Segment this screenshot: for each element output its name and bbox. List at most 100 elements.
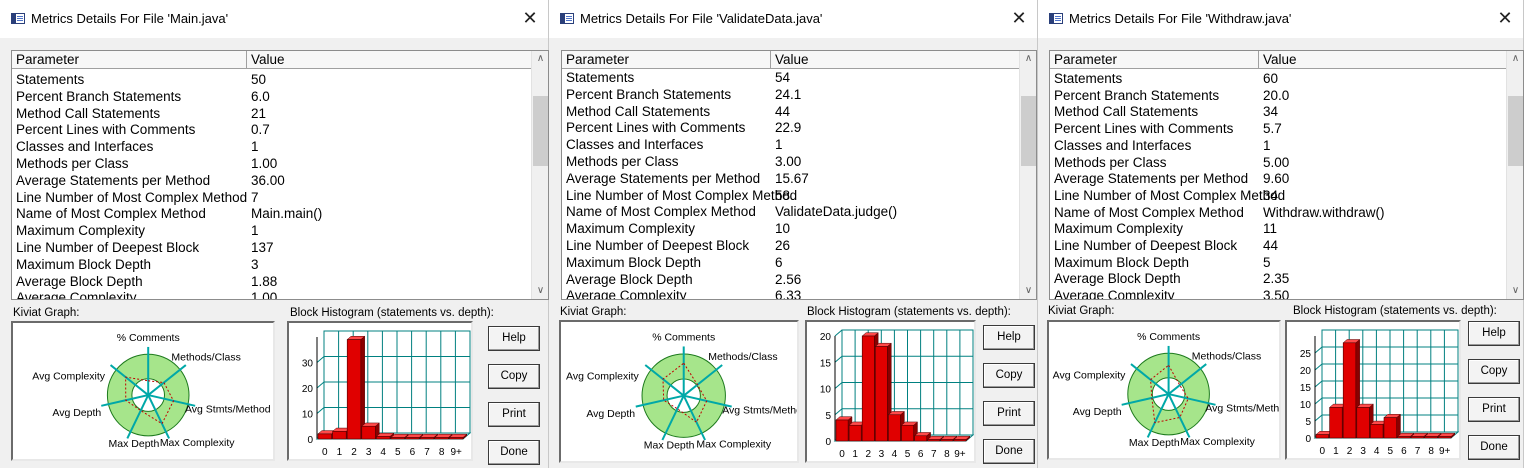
row-parameter: Classes and Interfaces xyxy=(566,137,704,153)
table-row[interactable]: Percent Branch Statements 20.0 xyxy=(1050,87,1506,104)
header-value[interactable]: Value xyxy=(247,51,531,69)
table-row[interactable]: Methods per Class 3.00 xyxy=(562,153,1019,170)
table-row[interactable]: Name of Most Complex Method Main.main() xyxy=(12,205,531,222)
table-row[interactable]: Maximum Complexity 10 xyxy=(562,220,1019,237)
table-row[interactable]: Statements 60 xyxy=(1050,70,1506,87)
scroll-thumb[interactable] xyxy=(533,96,548,166)
table-row[interactable]: Percent Branch Statements 24.1 xyxy=(562,86,1019,103)
header-value[interactable]: Value xyxy=(1259,51,1506,69)
table-row[interactable]: Line Number of Most Complex Method 34 xyxy=(1050,187,1506,204)
table-row[interactable]: Maximum Complexity 1 xyxy=(12,222,531,239)
histogram-gridline xyxy=(1314,380,1323,388)
table-row[interactable]: Classes and Interfaces 1 xyxy=(1050,137,1506,154)
histogram-y-tick: 15 xyxy=(1300,383,1312,394)
table-row[interactable]: Average Statements per Method 15.67 xyxy=(562,170,1019,187)
scroll-down-icon[interactable]: ∨ xyxy=(1020,283,1036,299)
scroll-down-icon[interactable]: ∨ xyxy=(532,283,548,299)
help-button[interactable]: Help xyxy=(983,325,1035,350)
scroll-down-icon[interactable]: ∨ xyxy=(1507,283,1523,299)
header-value[interactable]: Value xyxy=(771,51,1019,69)
histogram-label: Block Histogram (statements vs. depth): xyxy=(1293,305,1497,317)
table-row[interactable]: Percent Lines with Comments 5.7 xyxy=(1050,120,1506,137)
table-row[interactable]: Name of Most Complex Method ValidateData.… xyxy=(562,203,1019,220)
header-parameter[interactable]: Parameter xyxy=(562,51,771,69)
row-parameter: Methods per Class xyxy=(566,154,679,169)
table-row[interactable]: Line Number of Most Complex Method 7 xyxy=(12,189,531,206)
histogram-label: Block Histogram (statements vs. depth): xyxy=(290,307,494,319)
table-row[interactable]: Maximum Block Depth 6 xyxy=(562,254,1019,271)
table-row[interactable]: Average Statements per Method 36.00 xyxy=(12,172,531,189)
histogram-gridline xyxy=(1314,346,1323,354)
row-parameter: Percent Branch Statements xyxy=(16,88,182,104)
print-button[interactable]: Print xyxy=(488,402,540,427)
row-parameter: Line Number of Deepest Block xyxy=(566,238,750,253)
vertical-scrollbar[interactable]: ∧ ∨ xyxy=(1019,51,1036,299)
header-parameter[interactable]: Parameter xyxy=(12,51,247,69)
table-row[interactable]: Statements 50 xyxy=(12,71,531,88)
table-row[interactable]: Average Block Depth 2.35 xyxy=(1050,270,1506,287)
table-row[interactable]: Method Call Statements 44 xyxy=(562,103,1019,120)
close-icon[interactable]: ✕ xyxy=(1495,8,1515,28)
table-row[interactable]: Line Number of Most Complex Method 58 xyxy=(562,187,1019,204)
table-row[interactable]: Maximum Block Depth 3 xyxy=(12,256,531,273)
vertical-scrollbar[interactable]: ∧ ∨ xyxy=(531,51,548,299)
copy-button[interactable]: Copy xyxy=(1468,359,1520,384)
table-row[interactable]: Average Complexity 6.33 xyxy=(562,287,1019,299)
table-row[interactable]: Line Number of Deepest Block 26 xyxy=(562,237,1019,254)
print-button[interactable]: Print xyxy=(1468,397,1520,422)
row-parameter: Method Call Statements xyxy=(1054,104,1199,120)
table-row[interactable]: Percent Lines with Comments 22.9 xyxy=(562,119,1019,136)
table-header: Parameter Value xyxy=(12,51,531,69)
help-button[interactable]: Help xyxy=(488,326,540,351)
table-row[interactable]: Percent Lines with Comments 0.7 xyxy=(12,121,531,138)
scroll-thumb[interactable] xyxy=(1021,96,1036,166)
table-row[interactable]: Name of Most Complex Method Withdraw.with… xyxy=(1050,204,1506,221)
print-button[interactable]: Print xyxy=(983,401,1035,426)
table-row[interactable]: Maximum Block Depth 5 xyxy=(1050,254,1506,271)
histogram-gridline xyxy=(834,355,843,363)
histogram-bar xyxy=(927,439,941,442)
scroll-up-icon[interactable]: ∧ xyxy=(532,51,548,67)
table-row[interactable]: Methods per Class 5.00 xyxy=(1050,154,1506,171)
table-row[interactable]: Line Number of Deepest Block 44 xyxy=(1050,237,1506,254)
histogram-x-tick: 5 xyxy=(1388,446,1394,457)
header-parameter[interactable]: Parameter xyxy=(1050,51,1259,69)
table-row[interactable]: Average Block Depth 2.56 xyxy=(562,271,1019,288)
close-icon[interactable]: ✕ xyxy=(1009,8,1029,28)
table-row[interactable]: Statements 54 xyxy=(562,69,1019,86)
table-row[interactable]: Maximum Complexity 11 xyxy=(1050,220,1506,237)
table-row[interactable]: Average Statements per Method 9.60 xyxy=(1050,170,1506,187)
done-button[interactable]: Done xyxy=(983,439,1035,464)
close-icon[interactable]: ✕ xyxy=(520,8,540,28)
copy-button[interactable]: Copy xyxy=(488,364,540,389)
row-value: 1 xyxy=(775,137,783,153)
scroll-thumb[interactable] xyxy=(1508,96,1523,166)
table-row[interactable]: Percent Branch Statements 6.0 xyxy=(12,88,531,105)
scroll-up-icon[interactable]: ∧ xyxy=(1020,51,1036,67)
table-row[interactable]: Classes and Interfaces 1 xyxy=(12,138,531,155)
table-row[interactable]: Methods per Class 1.00 xyxy=(12,155,531,172)
table-row[interactable]: Method Call Statements 21 xyxy=(12,105,531,122)
done-button[interactable]: Done xyxy=(488,440,540,465)
row-value: 0.7 xyxy=(251,122,270,138)
histogram-bar xyxy=(449,437,464,440)
table-header: Parameter Value xyxy=(562,51,1019,69)
table-row[interactable]: Average Block Depth 1.88 xyxy=(12,273,531,290)
table-row[interactable]: Average Complexity 1.00 xyxy=(12,289,531,299)
scroll-up-icon[interactable]: ∧ xyxy=(1507,51,1523,67)
table-row[interactable]: Line Number of Deepest Block 137 xyxy=(12,239,531,256)
table-row[interactable]: Method Call Statements 34 xyxy=(1050,103,1506,120)
vertical-scrollbar[interactable]: ∧ ∨ xyxy=(1506,51,1523,299)
table-row[interactable]: Classes and Interfaces 1 xyxy=(562,136,1019,153)
histogram-gridline xyxy=(834,382,843,389)
kiviat-svg: % Comments Methods/Class Avg Stmts/Method M… xyxy=(32,332,270,450)
row-value: 3.00 xyxy=(775,154,802,169)
app-icon xyxy=(11,13,25,24)
row-value: 1 xyxy=(1263,137,1271,153)
row-parameter: Statements xyxy=(566,70,635,85)
done-button[interactable]: Done xyxy=(1468,435,1520,460)
copy-button[interactable]: Copy xyxy=(983,363,1035,388)
table-row[interactable]: Average Complexity 3.50 xyxy=(1050,287,1506,299)
histogram-x-tick: 2 xyxy=(865,449,871,460)
help-button[interactable]: Help xyxy=(1468,321,1520,346)
